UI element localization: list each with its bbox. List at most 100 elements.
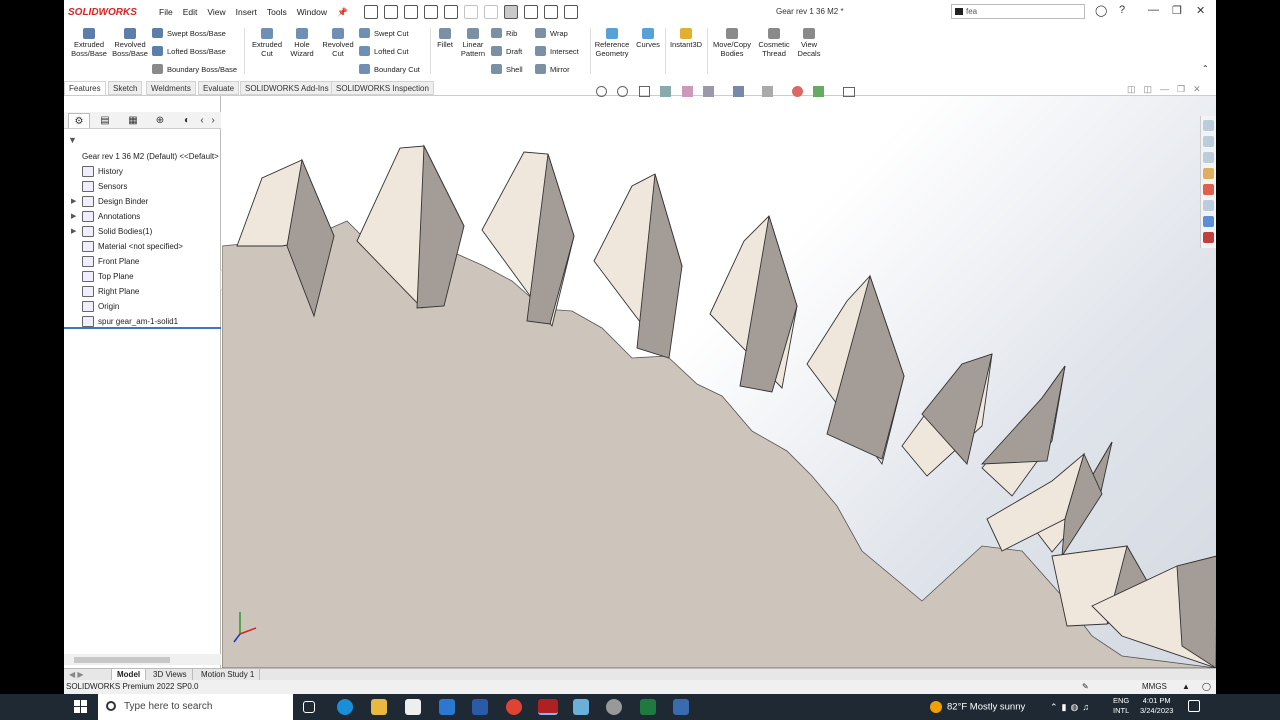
system-clock[interactable]: 4:01 PM 3/24/2023 — [1140, 696, 1173, 716]
rollback-bar[interactable] — [64, 327, 221, 329]
notepad-icon[interactable] — [573, 699, 589, 715]
gear-tooth[interactable] — [806, 274, 905, 466]
notifications-icon[interactable] — [1188, 700, 1200, 712]
appearances-icon[interactable] — [1203, 184, 1214, 195]
restore-icon[interactable]: ❐ — [1172, 4, 1182, 17]
home-resources-icon[interactable] — [1203, 120, 1214, 131]
dynamic-annotation-icon[interactable] — [681, 86, 693, 97]
wrap-button[interactable]: Wrap — [535, 28, 568, 38]
expand-arrow-icon[interactable]: ▶ — [71, 194, 76, 209]
file-explorer-icon[interactable] — [1203, 152, 1214, 163]
tab-motion-study[interactable]: Motion Study 1 — [196, 669, 261, 680]
tree-item[interactable]: Origin — [82, 299, 119, 314]
tree-scrollbar[interactable] — [64, 654, 221, 665]
zoom-to-area-icon[interactable] — [617, 86, 629, 97]
display-manager-tab-icon[interactable]: ◐ — [176, 113, 198, 128]
rebuild-icon[interactable] — [523, 5, 538, 19]
tree-root-part[interactable]: Gear rev 1 36 M2 (Default) <<Default> — [82, 149, 219, 164]
chrome-icon[interactable] — [506, 699, 522, 715]
view-palette-icon[interactable] — [1203, 168, 1214, 179]
viewport-close-icon[interactable]: ✕ — [1193, 84, 1209, 94]
section-view-icon[interactable] — [660, 86, 672, 97]
rebuild-status-icon[interactable]: ✎ — [1082, 680, 1089, 694]
menu-window[interactable]: Window — [292, 7, 332, 17]
new-document-icon[interactable] — [383, 5, 398, 19]
custom-properties-icon[interactable] — [1203, 200, 1214, 211]
file-properties-icon[interactable] — [543, 5, 558, 19]
tree-item[interactable]: History — [82, 164, 123, 179]
dimxpert-tab-icon[interactable]: ⊕ — [149, 113, 171, 128]
apply-scene-icon[interactable] — [813, 86, 825, 97]
cosmetic-thread-button[interactable]: Cosmetic Thread — [755, 24, 793, 58]
edit-appearance-icon[interactable] — [791, 86, 803, 97]
revolved-cut-button[interactable]: Revolved Cut — [319, 24, 357, 58]
tab-3d-views[interactable]: 3D Views — [148, 669, 193, 680]
tab-scroll-left-icon[interactable]: ‹ — [197, 113, 207, 128]
home-icon[interactable] — [363, 5, 378, 19]
solidworks-taskbar-icon[interactable] — [538, 699, 558, 715]
tab-weldments[interactable]: Weldments — [146, 81, 196, 95]
save-app-icon[interactable] — [673, 699, 689, 715]
battery-icon[interactable]: ▮ — [1062, 702, 1071, 712]
select-arrow-icon[interactable] — [503, 5, 518, 19]
menu-tools[interactable]: Tools — [262, 7, 292, 17]
expand-arrow-icon[interactable]: ▶ — [71, 224, 76, 239]
weather-widget[interactable]: 82°F Mostly sunny — [930, 701, 1025, 713]
collapse-ribbon-icon[interactable]: ⌃ — [1202, 64, 1209, 73]
app-icon[interactable] — [606, 699, 622, 715]
extruded-cut-button[interactable]: Extruded Cut — [248, 24, 286, 58]
gear-model[interactable] — [222, 96, 1216, 668]
mirror-button[interactable]: Mirror — [535, 64, 570, 74]
tab-sketch[interactable]: Sketch — [108, 81, 143, 95]
tree-item[interactable]: ▶ Solid Bodies(1) — [71, 224, 152, 239]
draft-button[interactable]: Draft — [491, 46, 522, 56]
design-library-icon[interactable] — [1203, 136, 1214, 147]
word-icon[interactable] — [472, 699, 488, 715]
help-icon[interactable]: ? — [1119, 4, 1125, 16]
tree-item[interactable]: Right Plane — [82, 284, 139, 299]
status-help-icon[interactable]: ◯ — [1202, 680, 1211, 694]
property-manager-tab-icon[interactable]: ▤ — [94, 113, 116, 128]
tree-item[interactable]: ▶ Annotations — [71, 209, 140, 224]
edge-browser-icon[interactable] — [337, 699, 353, 715]
linear-pattern-button[interactable]: Linear Pattern — [459, 24, 487, 58]
save-icon[interactable] — [423, 5, 438, 19]
task-view-icon[interactable] — [303, 701, 315, 713]
extruded-boss-button[interactable]: Extruded Boss/Base — [70, 24, 108, 58]
input-language[interactable]: ENG INTL — [1113, 696, 1129, 716]
minimize-icon[interactable]: — — [1148, 4, 1159, 16]
boundary-cut-button[interactable]: Boundary Cut — [359, 64, 420, 74]
tree-item[interactable]: Sensors — [82, 179, 127, 194]
network-icon[interactable]: ◍ — [1071, 702, 1083, 712]
file-explorer-icon[interactable] — [371, 699, 387, 715]
shell-button[interactable]: Shell — [491, 64, 523, 74]
instant3d-button[interactable]: Instant3D — [667, 24, 705, 50]
solidworks-logo[interactable]: SOLIDWORKS — [68, 7, 154, 18]
swept-cut-button[interactable]: Swept Cut — [359, 28, 409, 38]
tree-item[interactable]: ▶ Design Binder — [71, 194, 148, 209]
gear-tooth[interactable] — [593, 173, 683, 359]
tray-overflow-icon[interactable]: ⌃ — [1050, 702, 1062, 712]
print-icon[interactable] — [443, 5, 458, 19]
solidworks-forum-icon[interactable] — [1203, 216, 1214, 227]
tree-item[interactable]: Top Plane — [82, 269, 134, 284]
display-style-icon[interactable] — [732, 86, 744, 97]
menu-edit[interactable]: Edit — [178, 7, 203, 17]
filter-icon[interactable]: ▼ — [68, 135, 77, 145]
curves-button[interactable]: Curves — [633, 24, 663, 50]
options-gear-icon[interactable] — [563, 5, 578, 19]
viewport-restore-icon[interactable]: ❐ — [1177, 84, 1193, 94]
expand-arrow-icon[interactable]: ▶ — [71, 209, 76, 224]
gear-tooth[interactable] — [901, 353, 993, 477]
viewport-tile-icon[interactable]: ◫ — [1144, 84, 1161, 94]
volume-icon[interactable]: ♫ — [1082, 702, 1093, 712]
lofted-cut-button[interactable]: Lofted Cut — [359, 46, 409, 56]
gear-tooth[interactable] — [980, 365, 1066, 497]
viewport-split-icon[interactable]: ◫ — [1127, 84, 1144, 94]
solidworks-search-icon[interactable] — [1203, 232, 1214, 243]
undo-icon[interactable] — [463, 5, 478, 19]
pin-icon[interactable]: 📌 — [332, 7, 353, 18]
zoom-to-fit-icon[interactable] — [596, 86, 607, 97]
hide-show-items-icon[interactable] — [762, 86, 774, 97]
gear-tooth[interactable] — [709, 215, 798, 393]
